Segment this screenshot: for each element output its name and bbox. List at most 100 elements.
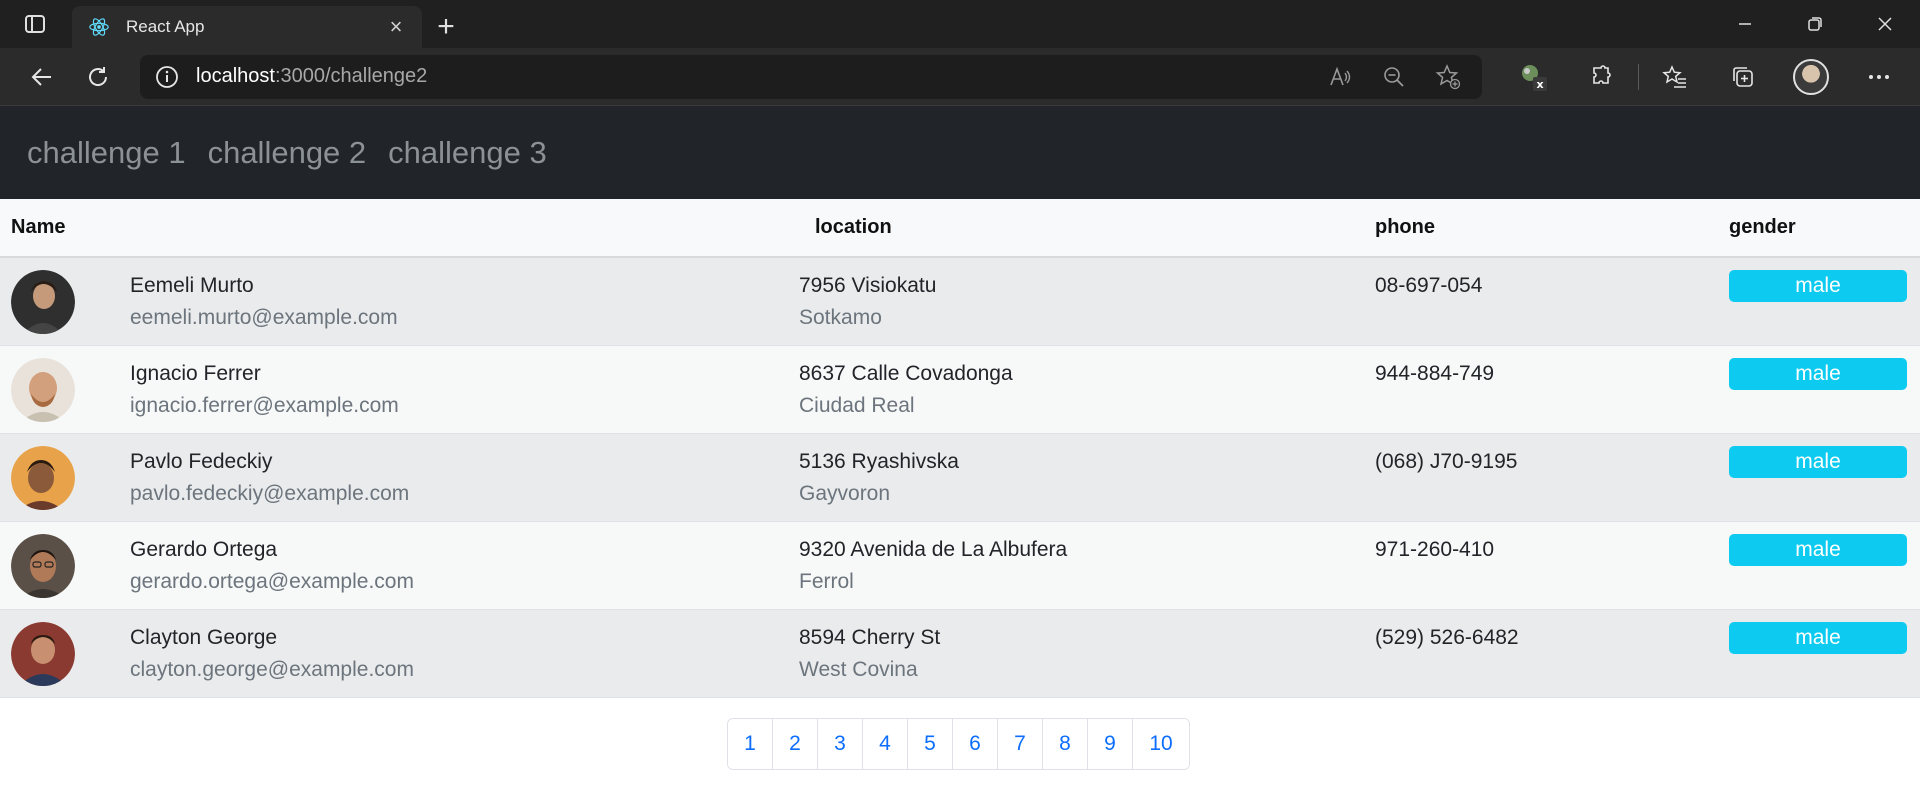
app-navbar: challenge 1 challenge 2 challenge 3 bbox=[0, 106, 1920, 199]
gender-cell: male bbox=[1729, 345, 1920, 433]
read-aloud-icon[interactable] bbox=[1318, 55, 1362, 99]
pagination: 1 2 3 4 5 6 7 8 9 10 bbox=[727, 718, 1190, 770]
avatar-cell bbox=[0, 521, 130, 609]
avatar bbox=[11, 533, 75, 598]
browser-toolbar: localhost:3000/challenge2 x bbox=[0, 48, 1920, 106]
toolbar-right: x bbox=[1500, 51, 1913, 103]
url-text[interactable]: localhost:3000/challenge2 bbox=[196, 65, 1308, 88]
location-cell: 8594 Cherry St West Covina bbox=[799, 609, 1375, 697]
avatar-cell bbox=[0, 609, 130, 697]
avatar-cell bbox=[0, 345, 130, 433]
street-address: 8594 Cherry St bbox=[799, 625, 941, 649]
street-address: 7956 Visiokatu bbox=[799, 274, 937, 297]
close-tab-icon[interactable]: × bbox=[386, 16, 406, 38]
new-tab-icon[interactable]: + bbox=[422, 6, 470, 48]
user-email: eemeli.murto@example.com bbox=[130, 306, 398, 329]
location-cell: 7956 Visiokatu Sotkamo bbox=[799, 257, 1375, 345]
street-address: 5136 Ryashivska bbox=[799, 449, 959, 473]
location-cell: 9320 Avenida de La Albufera Ferrol bbox=[799, 521, 1375, 609]
site-info-icon[interactable] bbox=[152, 62, 182, 92]
tab-title: React App bbox=[126, 17, 205, 36]
favorites-icon[interactable] bbox=[1649, 51, 1701, 103]
extensions-icon[interactable] bbox=[1576, 51, 1628, 103]
table-row[interactable]: Pavlo Fedeckiy pavlo.fedeckiy@example.co… bbox=[0, 433, 1920, 521]
page-link-10[interactable]: 10 bbox=[1133, 719, 1189, 769]
street-address: 8637 Calle Covadonga bbox=[799, 361, 1013, 385]
nav-link-challenge-1[interactable]: challenge 1 bbox=[27, 135, 186, 171]
user-email: gerardo.ortega@example.com bbox=[130, 569, 414, 593]
table-body: Eemeli Murto eemeli.murto@example.com 79… bbox=[0, 257, 1920, 697]
gender-badge: male bbox=[1729, 533, 1907, 566]
page-link-9[interactable]: 9 bbox=[1088, 719, 1133, 769]
user-name: Pavlo Fedeckiy bbox=[130, 449, 273, 473]
profile-avatar-image bbox=[1793, 58, 1829, 95]
city: Sotkamo bbox=[799, 306, 882, 329]
location-cell: 8637 Calle Covadonga Ciudad Real bbox=[799, 345, 1375, 433]
user-email: clayton.george@example.com bbox=[130, 657, 414, 681]
browser-tabbar: React App × + bbox=[0, 0, 1920, 48]
add-favorite-icon[interactable] bbox=[1426, 55, 1470, 99]
user-name: Ignacio Ferrer bbox=[130, 361, 261, 385]
table-row[interactable]: Clayton George clayton.george@example.co… bbox=[0, 609, 1920, 697]
header-gender: gender bbox=[1729, 199, 1920, 258]
location-cell: 5136 Ryashivska Gayvoron bbox=[799, 433, 1375, 521]
page-link-2[interactable]: 2 bbox=[773, 719, 818, 769]
page-link-6[interactable]: 6 bbox=[953, 719, 998, 769]
page-link-8[interactable]: 8 bbox=[1043, 719, 1088, 769]
avatar bbox=[11, 270, 75, 334]
page-link-3[interactable]: 3 bbox=[818, 719, 863, 769]
header-name: Name bbox=[0, 199, 130, 258]
street-address: 9320 Avenida de La Albufera bbox=[799, 537, 1068, 561]
table-row[interactable]: Gerardo Ortega gerardo.ortega@example.co… bbox=[0, 521, 1920, 609]
window-controls bbox=[1710, 0, 1920, 48]
phone-cell: 971-260-410 bbox=[1375, 537, 1495, 561]
address-bar[interactable]: localhost:3000/challenge2 bbox=[140, 54, 1482, 99]
name-cell: Ignacio Ferrer ignacio.ferrer@example.co… bbox=[130, 345, 799, 433]
more-options-icon[interactable] bbox=[1853, 51, 1905, 103]
user-name: Clayton George bbox=[130, 625, 278, 649]
restore-icon[interactable] bbox=[1780, 0, 1850, 48]
table-row[interactable]: Ignacio Ferrer ignacio.ferrer@example.co… bbox=[0, 345, 1920, 433]
url-path: :3000/challenge2 bbox=[274, 65, 428, 87]
page-link-5[interactable]: 5 bbox=[908, 719, 953, 769]
zoom-out-icon[interactable] bbox=[1372, 55, 1416, 99]
city: Ferrol bbox=[799, 569, 854, 593]
user-email: pavlo.fedeckiy@example.com bbox=[130, 481, 410, 505]
collections-icon[interactable] bbox=[1717, 51, 1769, 103]
avatar bbox=[11, 357, 75, 422]
profile-avatar[interactable] bbox=[1785, 51, 1837, 103]
nav-link-challenge-3[interactable]: challenge 3 bbox=[388, 135, 547, 171]
toolbar-separator bbox=[1638, 63, 1639, 90]
header-spacer bbox=[130, 199, 799, 258]
avatar-cell bbox=[0, 257, 130, 345]
gender-cell: male bbox=[1729, 433, 1920, 521]
back-icon[interactable] bbox=[18, 53, 66, 101]
city: West Covina bbox=[799, 657, 918, 681]
city: Ciudad Real bbox=[799, 393, 915, 417]
gender-badge: male bbox=[1729, 270, 1907, 302]
user-name: Gerardo Ortega bbox=[130, 537, 278, 561]
page-link-7[interactable]: 7 bbox=[998, 719, 1043, 769]
user-email: ignacio.ferrer@example.com bbox=[130, 393, 399, 417]
name-cell: Clayton George clayton.george@example.co… bbox=[130, 609, 799, 697]
refresh-icon[interactable] bbox=[74, 53, 122, 101]
name-cell: Gerardo Ortega gerardo.ortega@example.co… bbox=[130, 521, 799, 609]
avatar bbox=[11, 445, 75, 510]
react-logo-icon bbox=[89, 18, 109, 36]
url-host: localhost bbox=[196, 65, 275, 87]
table-row[interactable]: Eemeli Murto eemeli.murto@example.com 79… bbox=[0, 257, 1920, 345]
phone-cell: (529) 526-6482 bbox=[1375, 625, 1519, 649]
page-link-4[interactable]: 4 bbox=[863, 719, 908, 769]
gender-cell: male bbox=[1729, 609, 1920, 697]
svg-text:x: x bbox=[1536, 78, 1543, 91]
user-name: Eemeli Murto bbox=[130, 274, 254, 297]
gender-cell: male bbox=[1729, 521, 1920, 609]
minimize-icon[interactable] bbox=[1710, 0, 1780, 48]
tab-actions-icon[interactable] bbox=[0, 0, 70, 48]
page-link-1[interactable]: 1 bbox=[728, 719, 773, 769]
gender-badge: male bbox=[1729, 621, 1907, 654]
extension-excel-icon[interactable]: x bbox=[1508, 51, 1560, 103]
nav-link-challenge-2[interactable]: challenge 2 bbox=[208, 135, 367, 171]
browser-tab[interactable]: React App × bbox=[72, 6, 422, 48]
close-window-icon[interactable] bbox=[1850, 0, 1920, 48]
